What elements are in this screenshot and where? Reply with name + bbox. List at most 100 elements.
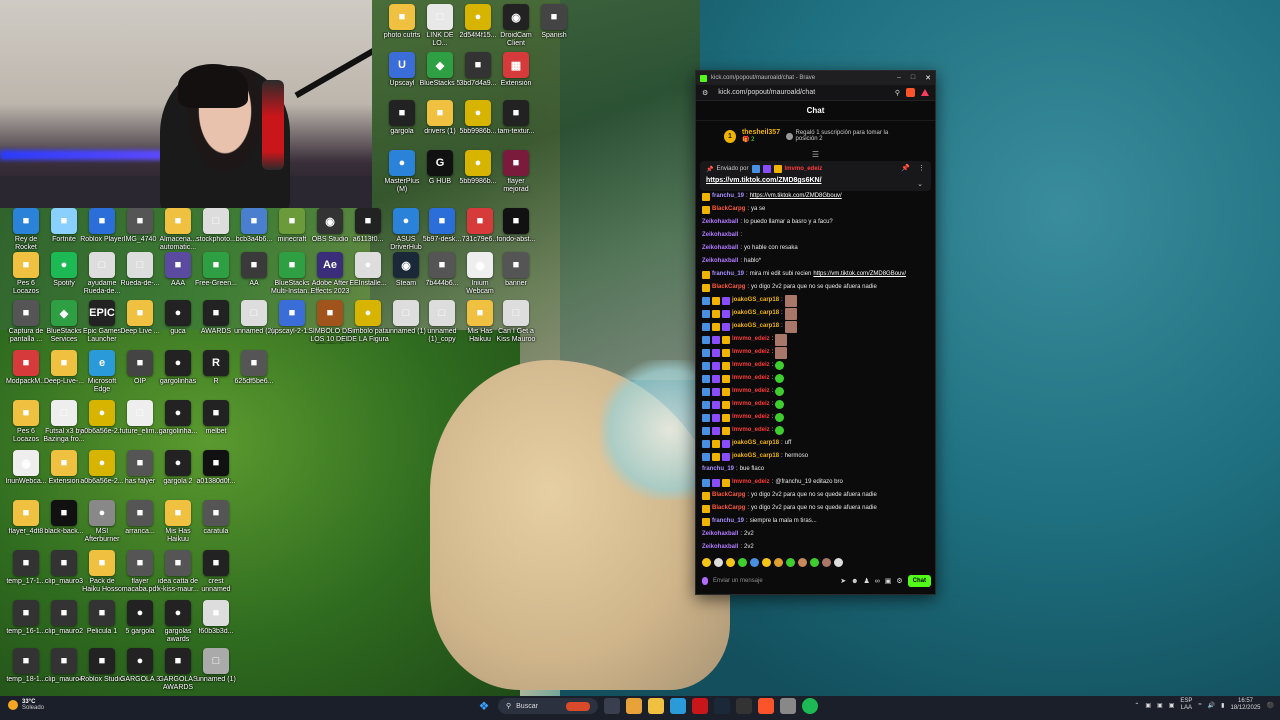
wifi-icon[interactable]: ≈ bbox=[1198, 702, 1201, 708]
zoom-icon[interactable]: ⚲ bbox=[895, 89, 900, 97]
chat-message[interactable]: joakoGS_carp18: uff bbox=[702, 437, 930, 450]
chat-message[interactable]: lmvmo_edeiz: bbox=[702, 359, 930, 372]
chat-username[interactable]: Zeikohaxball bbox=[702, 216, 738, 229]
taskbar-search[interactable]: ⚲ Buscar bbox=[498, 698, 598, 714]
chat-message[interactable]: Zeikohaxball: hablo* bbox=[702, 255, 930, 268]
emote-icon[interactable] bbox=[822, 557, 831, 567]
windows-start-icon[interactable]: ❖ bbox=[476, 698, 492, 714]
chat-message[interactable]: BlackCarpg: yo digo 2v2 para que no se qu… bbox=[702, 502, 930, 515]
chat-username[interactable]: lmvmo_edeiz bbox=[732, 346, 770, 359]
chat-username[interactable]: BlackCarpg bbox=[712, 502, 745, 515]
url-text[interactable]: kick.com/popout/mauroald/chat bbox=[718, 89, 815, 96]
chat-username[interactable]: Zeikohaxball bbox=[702, 528, 738, 541]
profile-icon[interactable] bbox=[702, 577, 708, 585]
notification-icon[interactable]: ⚫ bbox=[1267, 702, 1274, 709]
chat-message[interactable]: joakoGS_carp18: bbox=[702, 307, 930, 320]
clock[interactable]: 16:57 18/12/2025 bbox=[1230, 698, 1260, 712]
command-icon[interactable]: ➤ bbox=[840, 577, 846, 585]
chat-message[interactable]: lmvmo_edeiz: bbox=[702, 411, 930, 424]
chat-message[interactable]: BlackCarpg: yo digo 2v2 para que no se qu… bbox=[702, 489, 930, 502]
emote-icon[interactable] bbox=[738, 557, 747, 567]
emote-icon[interactable] bbox=[762, 557, 771, 567]
site-settings-icon[interactable]: ⚙ bbox=[702, 89, 708, 97]
chat-message[interactable]: Zeikohaxball: yo hable con resaka bbox=[702, 242, 930, 255]
desktop-icon[interactable]: ■ banner bbox=[494, 252, 538, 288]
chat-message[interactable]: Zeikohaxball:2v2 bbox=[702, 541, 930, 552]
gift-icon[interactable]: ▣ bbox=[885, 577, 892, 585]
app-icon[interactable] bbox=[780, 698, 796, 714]
close-icon[interactable]: ✕ bbox=[925, 74, 931, 82]
desktop-icon[interactable]: ■ 625df5be6... bbox=[232, 350, 276, 386]
chat-message[interactable]: joakoGS_carp18: hermoso bbox=[702, 450, 930, 463]
chat-message[interactable]: Zeikohaxball: bbox=[702, 229, 930, 242]
chat-link[interactable]: https://vm.tiktok.com/ZMD8GBouv/ bbox=[813, 268, 906, 281]
chat-message-list[interactable]: franchu_19: https://vm.tiktok.com/ZMD8Gbo… bbox=[702, 190, 930, 552]
tray-chevron-icon[interactable]: ⌃ bbox=[1134, 702, 1139, 709]
calendar-app-icon[interactable] bbox=[692, 698, 708, 714]
chat-link[interactable]: https://vm.tiktok.com/ZMD8Gbouv/ bbox=[750, 190, 842, 203]
brave-rewards-icon[interactable] bbox=[921, 89, 929, 96]
unpin-icon[interactable]: 📌 bbox=[901, 164, 910, 172]
volume-icon[interactable]: 🔊 bbox=[1208, 702, 1215, 709]
chat-username[interactable]: BlackCarpg bbox=[712, 281, 745, 294]
desktop-icon[interactable]: ■ fondo-abst... bbox=[494, 208, 538, 244]
chat-username[interactable]: lmvmo_edeiz bbox=[732, 333, 770, 346]
chat-username[interactable]: franchu_19 bbox=[712, 515, 744, 528]
chat-username[interactable]: joakoGS_carp18 bbox=[732, 294, 779, 307]
address-bar[interactable]: ⚙ kick.com/popout/mauroald/chat ⚲ bbox=[696, 85, 935, 101]
users-icon[interactable]: ♟ bbox=[863, 577, 869, 585]
chat-username[interactable]: lmvmo_edeiz bbox=[732, 385, 770, 398]
chat-username[interactable]: Zeikohaxball bbox=[702, 229, 738, 242]
emote-icon[interactable] bbox=[774, 557, 783, 567]
chat-message[interactable]: Zeikohaxball:2v2 bbox=[702, 528, 930, 541]
steam-icon[interactable] bbox=[714, 698, 730, 714]
desktop-icon[interactable]: ■ tam-textur... bbox=[494, 100, 538, 136]
chat-input[interactable]: Enviar un mensaje bbox=[713, 578, 835, 584]
chat-username[interactable]: lmvmo_edeiz bbox=[732, 424, 770, 437]
edge-icon[interactable] bbox=[670, 698, 686, 714]
chat-message[interactable]: BlackCarpg: ya se bbox=[702, 203, 930, 216]
desktop-icon[interactable]: ▦ Extensión bbox=[494, 52, 538, 88]
chat-username[interactable]: lmvmo_edeiz bbox=[732, 398, 770, 411]
chat-message[interactable]: franchu_19: siempre la mala m tiras... bbox=[702, 515, 930, 528]
obs-icon[interactable] bbox=[736, 698, 752, 714]
chat-username[interactable]: Zeikohaxball bbox=[702, 255, 738, 268]
chat-message[interactable]: lmvmo_edeiz: bbox=[702, 346, 930, 359]
emote-icon[interactable] bbox=[750, 557, 759, 567]
minimize-icon[interactable]: – bbox=[897, 74, 901, 82]
chat-message[interactable]: BlackCarpg: yo digo 2v2 para que no se qu… bbox=[702, 281, 930, 294]
chat-message[interactable]: joakoGS_carp18: bbox=[702, 320, 930, 333]
chat-username[interactable]: Zeikohaxball bbox=[702, 541, 738, 552]
chat-message[interactable]: lmvmo_edeiz: bbox=[702, 398, 930, 411]
chat-username[interactable]: lmvmo_edeiz bbox=[732, 476, 770, 489]
desktop-icon[interactable]: ■ flayer mejorad bbox=[494, 150, 538, 194]
chat-username[interactable]: lmvmo_edeiz bbox=[732, 359, 770, 372]
chat-username[interactable]: Zeikohaxball bbox=[702, 242, 738, 255]
chat-username[interactable]: joakoGS_carp18 bbox=[732, 450, 779, 463]
file-explorer-icon[interactable] bbox=[648, 698, 664, 714]
chat-username[interactable]: franchu_19 bbox=[712, 268, 744, 281]
chat-username[interactable]: joakoGS_carp18 bbox=[732, 320, 779, 333]
desktop-icon[interactable]: ■ f60b3b3d... bbox=[194, 600, 238, 636]
emote-icon[interactable] bbox=[810, 557, 819, 567]
copilot-icon[interactable] bbox=[626, 698, 642, 714]
chat-message[interactable]: franchu_19: https://vm.tiktok.com/ZMD8Gbo… bbox=[702, 190, 930, 203]
infinity-icon[interactable]: ∞ bbox=[875, 578, 880, 585]
chat-message[interactable]: lmvmo_edeiz: @franchu_19 editazo bro bbox=[702, 476, 930, 489]
chat-username[interactable]: franchu_19 bbox=[702, 463, 734, 476]
desktop-icon[interactable]: □ unnamed (1) bbox=[194, 648, 238, 684]
brave-shields-icon[interactable] bbox=[906, 88, 915, 97]
chat-message[interactable]: lmvmo_edeiz: bbox=[702, 385, 930, 398]
desktop-icon[interactable]: ■ caratula bbox=[194, 500, 238, 536]
task-view-icon[interactable] bbox=[604, 698, 620, 714]
desktop-icon[interactable]: □ Can I Get a Kiss Mauroo bbox=[494, 300, 538, 344]
chat-username[interactable]: BlackCarpg bbox=[712, 489, 745, 502]
chat-message[interactable]: lmvmo_edeiz: bbox=[702, 333, 930, 346]
collapse-handle-icon[interactable]: ☰ bbox=[696, 151, 935, 159]
pinned-user[interactable]: lmvmo_edeiz bbox=[785, 166, 823, 172]
chat-message[interactable]: franchu_19: bue flaco bbox=[702, 463, 930, 476]
chat-username[interactable]: joakoGS_carp18 bbox=[732, 437, 779, 450]
desktop-icon[interactable]: ■ crest unnamed bbox=[194, 550, 238, 594]
emote-icon[interactable] bbox=[786, 557, 795, 567]
chat-message[interactable]: joakoGS_carp18: bbox=[702, 294, 930, 307]
